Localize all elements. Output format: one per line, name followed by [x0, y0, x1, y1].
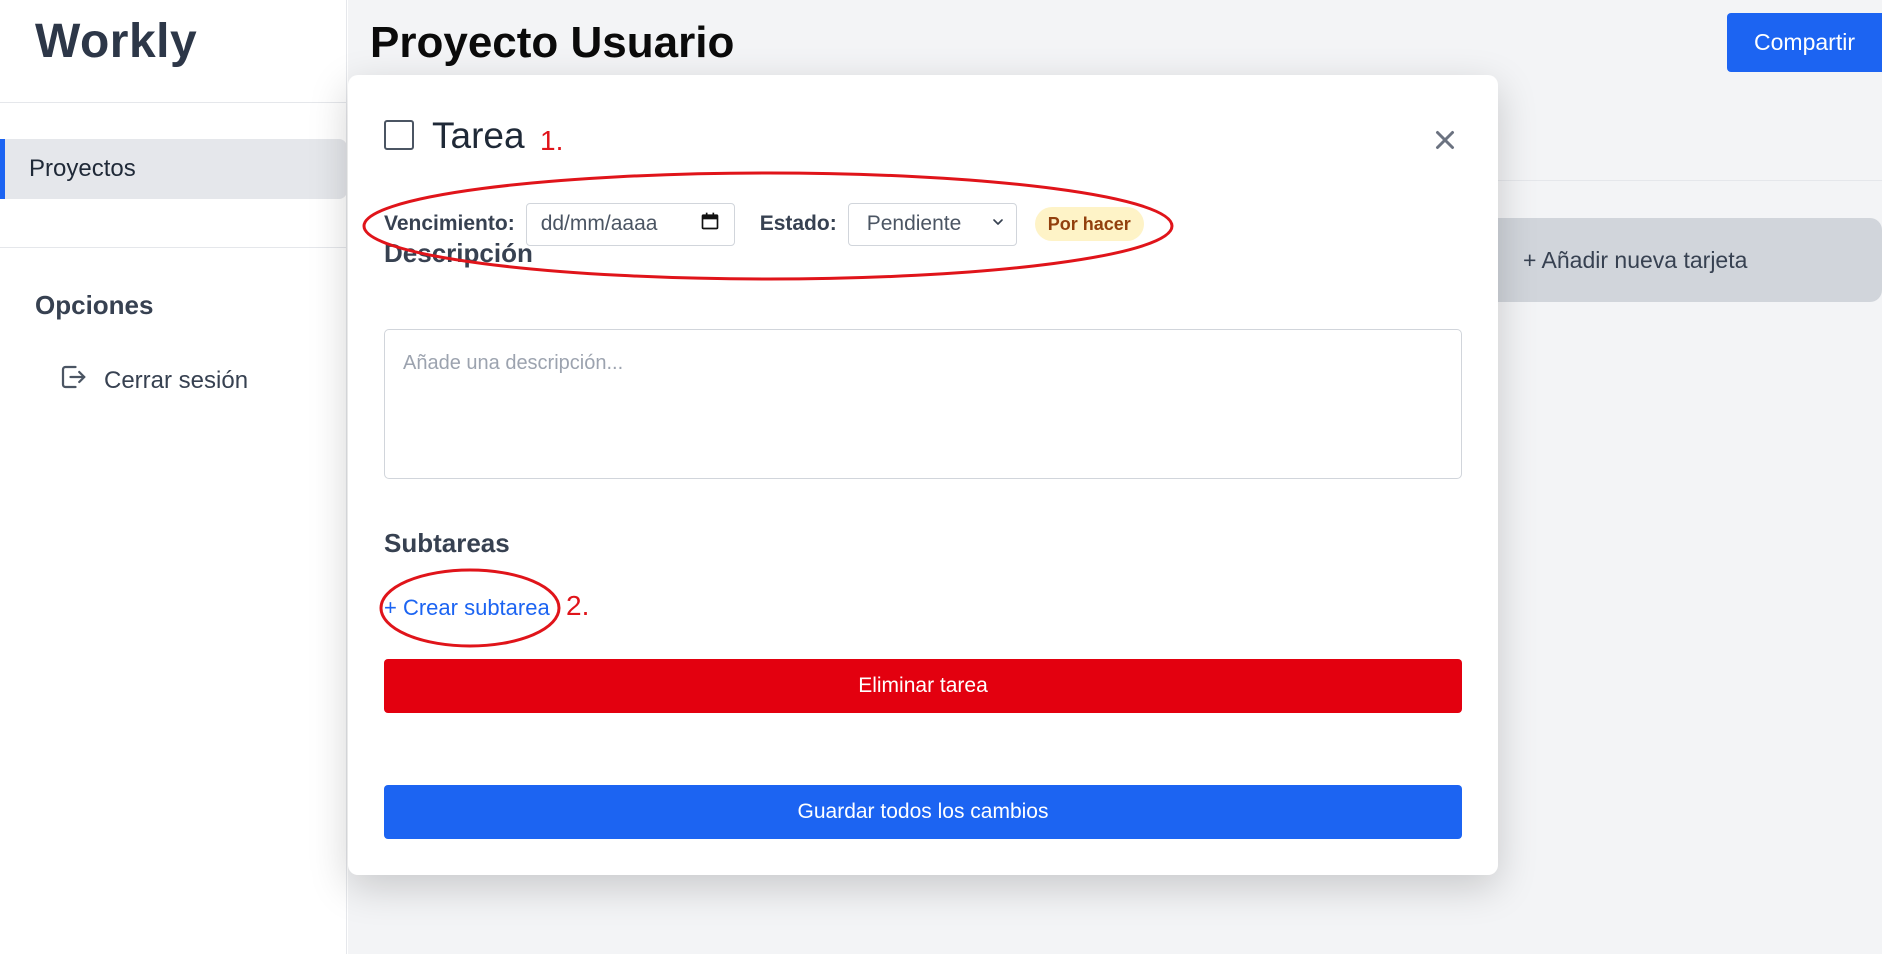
chevron-down-icon — [990, 212, 1006, 236]
add-card-button[interactable]: + Añadir nueva tarjeta — [1498, 218, 1882, 302]
description-textarea[interactable]: Añade una descripción... — [384, 329, 1462, 479]
task-complete-checkbox[interactable] — [384, 120, 414, 150]
description-placeholder: Añade una descripción... — [403, 352, 624, 374]
status-select-value: Pendiente — [866, 212, 962, 235]
description-title: Descripción — [384, 238, 533, 268]
app-logo: Workly — [35, 15, 198, 68]
create-subtask-link[interactable]: + Crear subtarea — [384, 595, 550, 621]
status-badge: Por hacer — [1034, 207, 1144, 241]
annotation-1: 1. — [540, 125, 564, 156]
sidebar-divider — [0, 247, 347, 248]
due-date-value: dd/mm/aaaa — [540, 212, 658, 235]
share-button[interactable]: Compartir — [1727, 13, 1882, 72]
save-changes-button[interactable]: Guardar todos los cambios — [384, 785, 1462, 839]
due-date-input[interactable]: dd/mm/aaaa — [525, 202, 735, 246]
logout-label: Cerrar sesión — [104, 366, 249, 394]
options-title: Opciones — [35, 290, 154, 320]
sidebar-divider — [0, 102, 347, 103]
task-modal: Tarea 1. Vencimiento: dd/mm/aaaa Estado:… — [348, 75, 1498, 875]
page-title: Proyecto Usuario — [370, 18, 735, 67]
sidebar-item-proyectos[interactable]: Proyectos — [0, 139, 347, 199]
delete-task-button[interactable]: Eliminar tarea — [384, 659, 1462, 713]
sidebar: Workly Proyectos Opciones Cerrar sesión — [0, 0, 347, 954]
due-label: Vencimiento: — [384, 212, 515, 235]
sidebar-item-label: Proyectos — [29, 155, 136, 182]
status-select[interactable]: Pendiente — [847, 202, 1017, 246]
close-icon[interactable] — [1430, 125, 1460, 155]
annotation-2: 2. — [566, 590, 590, 621]
subtasks-title: Subtareas — [384, 528, 510, 558]
logout-icon — [58, 362, 88, 399]
task-title: Tarea — [432, 115, 525, 156]
logout-button[interactable]: Cerrar sesión — [58, 362, 248, 399]
calendar-icon[interactable] — [700, 211, 720, 237]
status-label: Estado: — [759, 212, 837, 235]
board-divider — [1498, 180, 1882, 181]
